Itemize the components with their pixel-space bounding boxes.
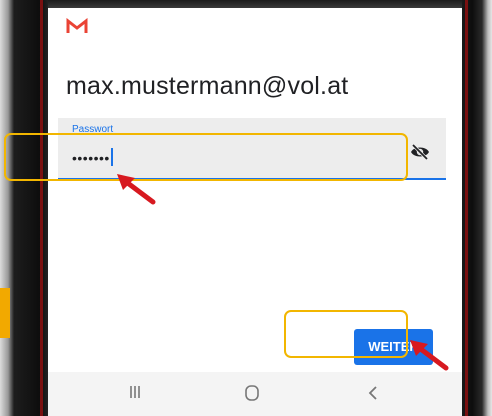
account-email: max.mustermann@vol.at [66, 72, 349, 100]
back-icon[interactable] [366, 384, 380, 402]
home-icon[interactable] [244, 384, 260, 402]
phone-frame-right [462, 0, 492, 416]
phone-frame-top [0, 0, 492, 8]
eye-off-icon[interactable] [410, 144, 430, 160]
phone-edge-right [465, 0, 468, 416]
recents-icon[interactable] [128, 384, 142, 400]
next-highlight-box [284, 310, 408, 358]
password-highlight-box [4, 133, 408, 181]
screenshot-stage: max.mustermann@vol.at Passwort ••••••• W… [0, 0, 492, 416]
phone-frame-left [0, 0, 48, 416]
arrow-pointer-icon [117, 174, 156, 205]
android-nav-bar [48, 372, 462, 416]
phone-edge-left [40, 0, 43, 416]
gmail-m-icon [66, 18, 88, 33]
arrow-pointer-icon [410, 340, 449, 371]
side-marker [0, 288, 10, 338]
